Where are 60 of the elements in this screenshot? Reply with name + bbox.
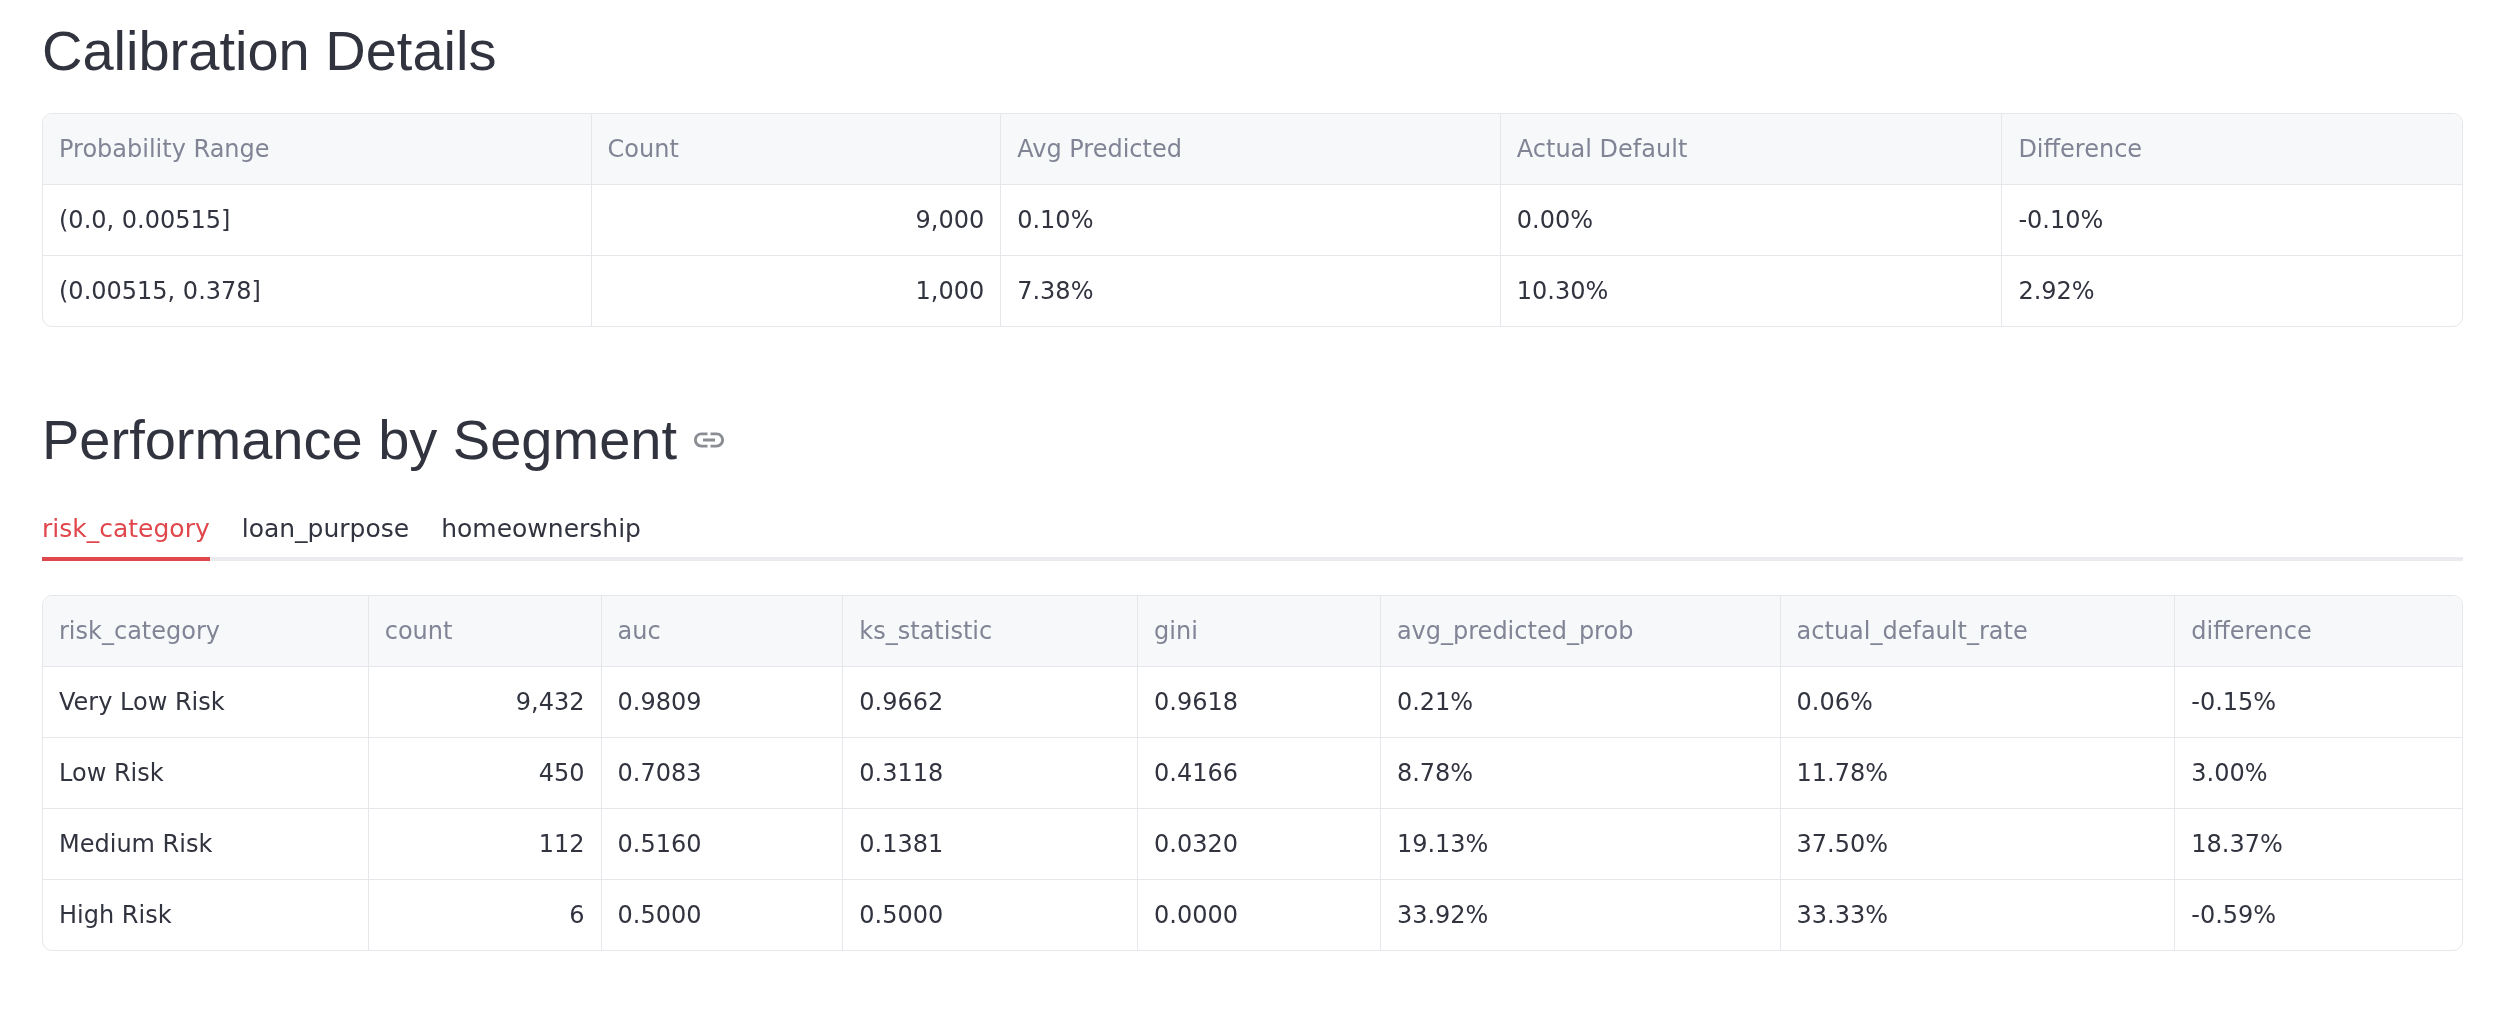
table-cell-text: (0.0, 0.00515] <box>58 205 232 236</box>
table-cell: 2.92% <box>2001 256 2462 326</box>
table-cell: 0.5160 <box>600 809 843 879</box>
table-cell: 33.33% <box>1779 880 2175 950</box>
table-cell: 33.92% <box>1379 880 1780 950</box>
column-header: Actual Default <box>1499 114 2002 184</box>
table-cell: 0.5000 <box>600 880 843 950</box>
table-cell: -0.15% <box>2174 667 2462 737</box>
table-cell: -0.10% <box>2001 185 2462 255</box>
table-cell: 6 <box>367 880 601 950</box>
table-cell: 0.7083 <box>600 738 843 808</box>
table-cell: 9,432 <box>367 667 601 737</box>
table-cell: 19.13% <box>1379 809 1780 879</box>
column-header: difference <box>2174 596 2462 666</box>
table-cell: 8.78% <box>1379 738 1780 808</box>
table-cell-text: Low Risk <box>58 758 165 789</box>
tab[interactable]: loan_purpose <box>241 514 410 561</box>
table-cell: 0.3118 <box>842 738 1138 808</box>
table-cell: 10.30% <box>1499 256 2002 326</box>
column-header: Count <box>590 114 1001 184</box>
table-cell-text: High Risk <box>58 900 173 931</box>
column-header: Probability Range <box>58 134 271 165</box>
table-cell: 0.00% <box>1499 185 2002 255</box>
table-cell: 0.9662 <box>842 667 1138 737</box>
tab[interactable]: risk_category <box>42 514 210 561</box>
section-heading: Performance by Segment <box>42 407 677 472</box>
table-cell: 7.38% <box>1000 256 1500 326</box>
tab[interactable]: homeownership <box>441 514 641 561</box>
table-cell: 18.37% <box>2174 809 2462 879</box>
column-header: auc <box>600 596 843 666</box>
table-cell-text: Medium Risk <box>58 829 214 860</box>
table-cell: 0.06% <box>1779 667 2175 737</box>
table-cell: 450 <box>367 738 601 808</box>
column-header: gini <box>1137 596 1380 666</box>
column-header: Avg Predicted <box>1000 114 1500 184</box>
column-header: Difference <box>2001 114 2462 184</box>
column-header: ks_statistic <box>842 596 1138 666</box>
column-header: actual_default_rate <box>1779 596 2175 666</box>
table-cell: 0.1381 <box>842 809 1138 879</box>
table-cell: 0.4166 <box>1137 738 1380 808</box>
table-cell: 0.0000 <box>1137 880 1380 950</box>
table-cell: -0.59% <box>2174 880 2462 950</box>
table-cell: 0.9809 <box>600 667 843 737</box>
table-cell: 0.5000 <box>842 880 1138 950</box>
table-cell: 11.78% <box>1779 738 2175 808</box>
table-cell: 9,000 <box>590 185 1001 255</box>
table-cell: 112 <box>367 809 601 879</box>
table-cell-text: Very Low Risk <box>58 687 226 718</box>
column-header: count <box>367 596 601 666</box>
table-cell-text: (0.00515, 0.378] <box>58 276 262 307</box>
table-cell: 0.10% <box>1000 185 1500 255</box>
table-cell: 1,000 <box>590 256 1001 326</box>
table-cell: 0.0320 <box>1137 809 1380 879</box>
column-header: avg_predicted_prob <box>1379 596 1780 666</box>
table-cell: 37.50% <box>1779 809 2175 879</box>
table-cell: 0.21% <box>1379 667 1780 737</box>
table-cell: 0.9618 <box>1137 667 1380 737</box>
column-header: risk_category <box>58 616 221 647</box>
table-cell: 3.00% <box>2174 738 2462 808</box>
section-heading: Calibration Details <box>42 18 498 83</box>
